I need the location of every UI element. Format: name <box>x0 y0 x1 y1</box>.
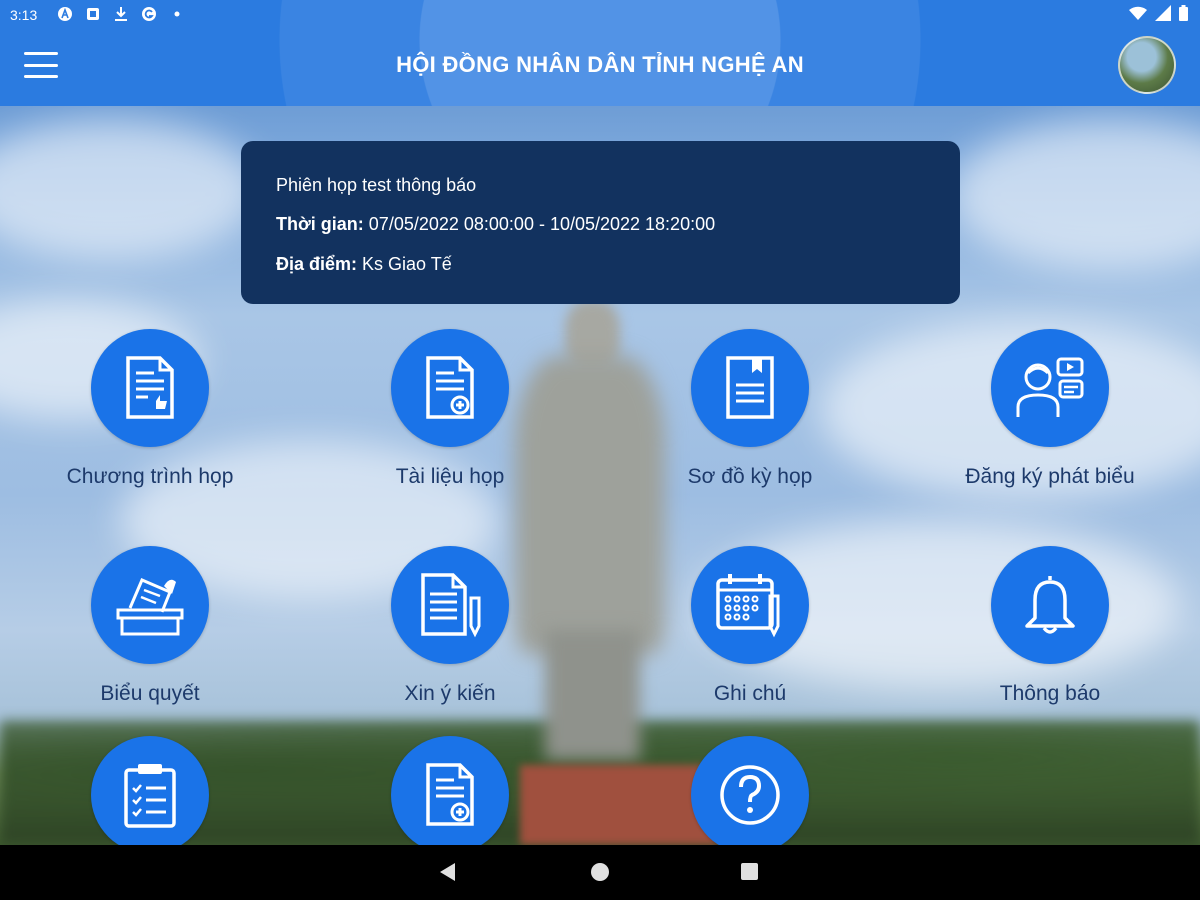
app-header: 3:13 HỘI ĐỒNG NHÂN DÂN TỈNH NGHỆ AN <box>0 0 1200 106</box>
feature-clipboard[interactable] <box>0 736 300 854</box>
page-title: HỘI ĐỒNG NHÂN DÂN TỈNH NGHỆ AN <box>396 52 804 77</box>
feature-xin-y-kien[interactable]: Xin ý kiến <box>300 546 600 708</box>
feature-help[interactable] <box>600 736 900 854</box>
feature-dang-ky-phat-bieu[interactable]: Đăng ký phát biểu <box>900 329 1200 491</box>
program-document-icon <box>126 356 174 419</box>
meeting-time-value: 07/05/2022 08:00:00 - 10/05/2022 18:20:0… <box>363 214 716 234</box>
feature-label: Ghi chú <box>713 682 787 705</box>
feature-label: Chương trình họp <box>66 465 234 488</box>
battery-icon <box>1179 5 1188 24</box>
status-bar: 3:13 <box>0 0 1200 30</box>
meeting-info-card[interactable]: Phiên họp test thông báo Thời gian: 07/0… <box>241 141 960 304</box>
feature-label: Tài liệu họp <box>395 465 505 488</box>
clipboard-list-icon <box>124 764 176 828</box>
bell-icon <box>1025 576 1075 634</box>
document-pen-icon <box>421 573 481 638</box>
navigation-bar <box>0 845 1200 900</box>
feature-tai-lieu-hop[interactable]: Tài liệu họp <box>300 329 600 491</box>
bookmark-document-icon <box>726 356 774 419</box>
feature-document-add[interactable] <box>300 736 600 854</box>
recent-apps-icon[interactable] <box>741 863 758 880</box>
avatar[interactable] <box>1118 36 1176 94</box>
feature-label: Sơ đồ kỳ họp <box>687 465 813 488</box>
meeting-name: Phiên họp test thông báo <box>276 175 477 195</box>
feature-ghi-chu[interactable]: Ghi chú <box>600 546 900 708</box>
vote-box-icon <box>116 578 184 636</box>
home-icon[interactable] <box>591 863 609 881</box>
feature-thong-bao[interactable]: Thông báo <box>900 546 1200 708</box>
meeting-time: Thời gian: 07/05/2022 08:00:00 - 10/05/2… <box>276 214 715 235</box>
feature-bieu-quyet[interactable]: Biểu quyết <box>0 546 300 708</box>
meeting-location: Địa điểm: Ks Giao Tế <box>276 254 452 275</box>
notification-a-icon <box>56 5 74 23</box>
meeting-location-label: Địa điểm: <box>276 254 358 274</box>
feature-label: Đăng ký phát biểu <box>965 465 1135 488</box>
wifi-icon <box>1129 6 1147 23</box>
notification-g-icon <box>140 5 158 23</box>
feature-label: Biểu quyết <box>100 682 200 705</box>
feature-label: Xin ý kiến <box>404 682 496 705</box>
feature-chuong-trinh-hop[interactable]: Chương trình họp <box>0 329 300 491</box>
feature-so-do-ky-hop[interactable]: Sơ đồ kỳ họp <box>600 329 900 491</box>
download-icon <box>112 5 130 23</box>
help-icon <box>720 765 780 825</box>
meeting-time-label: Thời gian: <box>276 214 364 234</box>
status-time: 3:13 <box>10 7 38 23</box>
dot-icon <box>168 5 186 23</box>
notification-box-icon <box>84 5 102 23</box>
speaker-register-icon <box>1016 357 1084 417</box>
document-add-icon <box>426 763 474 826</box>
signal-icon <box>1155 5 1171 24</box>
back-icon[interactable] <box>440 863 455 881</box>
feature-label: Thông báo <box>999 682 1101 705</box>
meeting-location-value: Ks Giao Tế <box>357 254 452 274</box>
document-add-icon <box>426 356 474 419</box>
calendar-note-icon <box>716 574 780 638</box>
